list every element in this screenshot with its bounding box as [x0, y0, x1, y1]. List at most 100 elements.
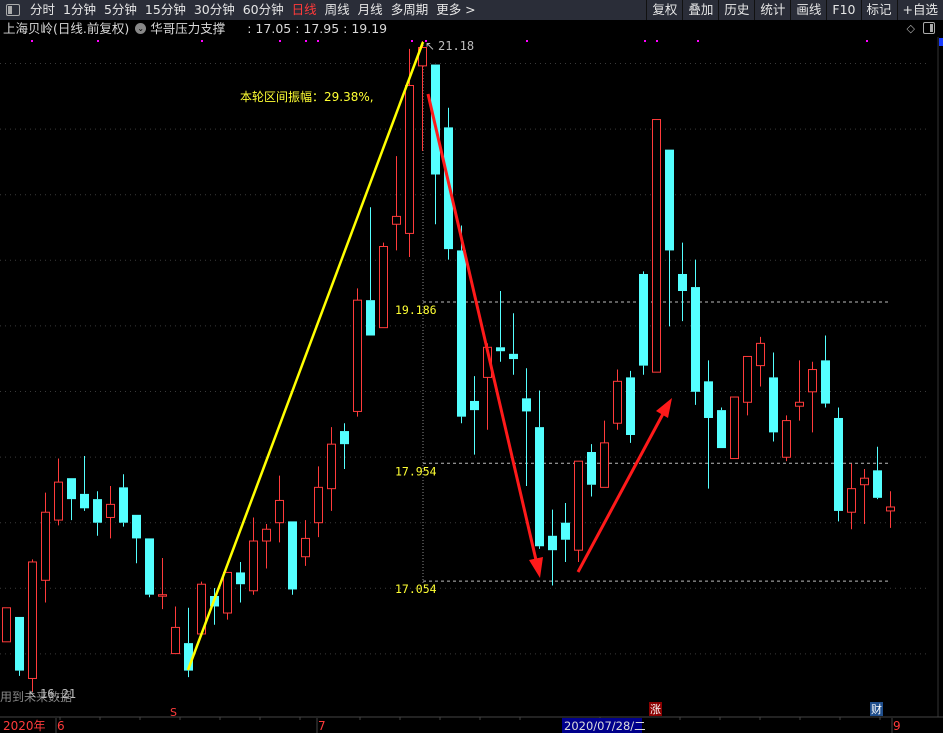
candle	[639, 271, 648, 375]
candle-body	[795, 401, 804, 407]
candle-body	[652, 119, 661, 373]
candle-body	[509, 353, 518, 360]
candle-body	[834, 417, 843, 511]
candle	[158, 558, 167, 610]
candle	[145, 538, 154, 598]
scrollbar-marker	[939, 38, 943, 46]
candle	[366, 207, 375, 336]
candle-body	[67, 478, 76, 500]
high-price-label: 21.18	[438, 39, 474, 53]
signal-dot	[279, 40, 281, 42]
candle-body	[93, 499, 102, 523]
candle	[613, 369, 622, 430]
signal-dot	[656, 40, 658, 42]
candle-body	[223, 571, 232, 614]
candle-body	[665, 149, 674, 251]
candle	[327, 427, 336, 511]
candle-body	[470, 400, 479, 411]
candle	[470, 376, 479, 455]
candle	[288, 521, 297, 595]
candle	[574, 460, 583, 562]
candle	[626, 370, 635, 443]
candle	[80, 455, 89, 511]
signal-dot	[644, 40, 646, 42]
candle	[249, 517, 258, 595]
candle	[41, 492, 50, 603]
candle	[795, 360, 804, 421]
candle-body	[262, 528, 271, 542]
arrow-head-down	[529, 557, 543, 578]
candle	[119, 474, 128, 527]
candle-body	[366, 300, 375, 336]
candle	[535, 390, 544, 549]
candle	[301, 520, 310, 566]
level-label: 17.954	[395, 464, 437, 478]
cursor-date: 2020/07/28/二	[564, 719, 646, 733]
candle-body	[769, 377, 778, 433]
candle-body	[587, 452, 596, 485]
candle-body	[886, 506, 895, 512]
candle	[873, 446, 882, 500]
candle-body	[626, 377, 635, 435]
candle	[171, 606, 180, 655]
amplitude-text: 本轮区间振幅：29.38%,	[240, 89, 374, 104]
candle-body	[704, 381, 713, 418]
candle-body	[28, 561, 37, 679]
candle	[314, 466, 323, 538]
candle	[15, 616, 24, 676]
high-arrow-icon: ↖	[425, 39, 435, 53]
candle-body	[561, 522, 570, 540]
candle-body	[678, 273, 687, 292]
kline-chart[interactable]: 19.18617.95417.054 本轮区间振幅：29.38%,↖ 21.18用…	[0, 0, 943, 733]
candle	[132, 514, 141, 564]
candle-body	[379, 245, 388, 329]
candle-body	[613, 380, 622, 424]
candle	[418, 40, 427, 151]
candle-body	[600, 442, 609, 488]
signal-dot	[201, 40, 203, 42]
candle	[28, 559, 37, 692]
candle-body	[808, 369, 817, 393]
candle	[223, 571, 232, 620]
low-price-label: 16.21	[40, 687, 76, 701]
arrow-head-up	[656, 398, 672, 418]
candle-body	[288, 521, 297, 590]
candle	[106, 486, 115, 539]
level-label: 17.054	[395, 582, 437, 596]
candle	[782, 415, 791, 462]
candle-body	[847, 488, 856, 513]
candle	[821, 335, 830, 408]
candle-body	[717, 410, 726, 449]
candle-body	[15, 616, 24, 671]
signal-dot	[305, 40, 307, 42]
year-label: 2020年	[3, 719, 46, 733]
candle	[704, 360, 713, 489]
candle	[353, 288, 362, 417]
s-marker: S	[170, 706, 177, 719]
candle-body	[496, 347, 505, 352]
zhang-marker: 涨	[650, 703, 661, 716]
candle	[561, 503, 570, 562]
candle-body	[236, 572, 245, 585]
candle-body	[327, 443, 336, 490]
candle-body	[535, 427, 544, 547]
candle	[522, 368, 531, 487]
candle	[678, 242, 687, 322]
candle-body	[639, 273, 648, 366]
candle	[275, 475, 284, 543]
level-label: 19.186	[395, 303, 437, 317]
candle-body	[756, 342, 765, 367]
signal-dot	[97, 40, 99, 42]
candle	[509, 313, 518, 375]
candle-body	[171, 626, 180, 655]
candle	[808, 361, 817, 433]
candle	[860, 469, 869, 525]
candle	[236, 561, 245, 603]
candle	[665, 149, 674, 327]
candle	[834, 407, 843, 522]
candle-body	[405, 84, 414, 234]
candle-body	[353, 299, 362, 412]
low-arrow-icon: ↖	[28, 688, 37, 701]
arrow-up	[576, 411, 666, 573]
signal-dot	[866, 40, 868, 42]
